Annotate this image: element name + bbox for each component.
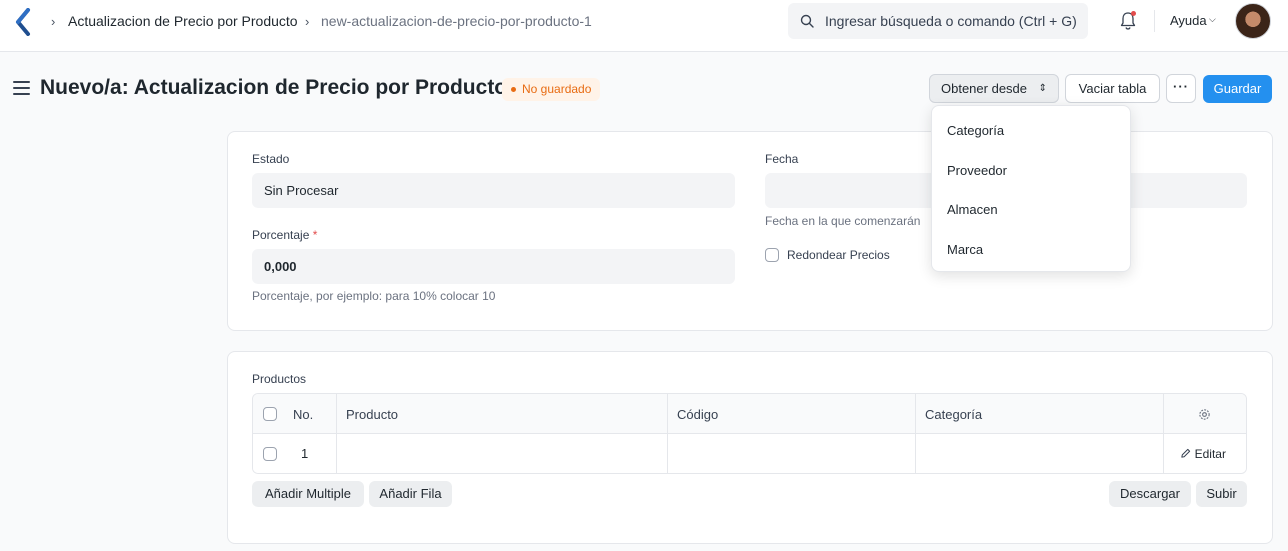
- fecha-help-text: Fecha en la que comenzarán: [765, 214, 921, 228]
- add-row-button[interactable]: Añadir Fila: [369, 481, 452, 507]
- upload-button[interactable]: Subir: [1196, 481, 1247, 507]
- edit-label: Editar: [1194, 447, 1226, 461]
- menu-item-proveedor[interactable]: Proveedor: [947, 163, 1007, 178]
- fecha-label: Fecha: [765, 152, 799, 166]
- app-logo-icon[interactable]: [14, 8, 34, 36]
- save-button[interactable]: Guardar: [1203, 75, 1272, 103]
- column-divider: [336, 394, 337, 473]
- search-bar[interactable]: Ingresar búsqueda o comando (Ctrl + G): [788, 3, 1088, 39]
- page-title: Nuevo/a: Actualizacion de Precio por Pro…: [40, 76, 508, 99]
- breadcrumb-separator-icon: ›: [305, 14, 310, 29]
- breadcrumb-separator-icon: ›: [51, 14, 56, 29]
- porcentaje-label: Porcentaje *: [252, 228, 318, 242]
- menu-item-almacen[interactable]: Almacen: [947, 202, 998, 217]
- select-all-checkbox[interactable]: [263, 407, 277, 421]
- porcentaje-field[interactable]: 0,000: [252, 249, 735, 284]
- menu-item-marca[interactable]: Marca: [947, 242, 983, 257]
- porcentaje-help-text: Porcentaje, por ejemplo: para 10% coloca…: [252, 289, 496, 303]
- top-navbar: › Actualizacion de Precio por Producto ›…: [0, 0, 1288, 52]
- redondear-precios-checkbox[interactable]: [765, 248, 779, 262]
- column-header-codigo: Código: [677, 407, 719, 422]
- products-section-label: Productos: [252, 372, 307, 386]
- notification-dot: [1131, 11, 1136, 16]
- navbar-divider: [1154, 10, 1155, 32]
- column-divider: [915, 394, 916, 473]
- help-menu[interactable]: Ayuda: [1170, 13, 1207, 28]
- get-from-label: Obtener desde: [941, 81, 1028, 96]
- search-icon: [800, 14, 814, 28]
- download-button[interactable]: Descargar: [1109, 481, 1191, 507]
- sidebar-toggle-icon[interactable]: [13, 81, 30, 95]
- table-header: [253, 394, 1246, 434]
- column-header-categoria: Categoría: [925, 407, 983, 422]
- get-from-button[interactable]: Obtener desde ⇕: [929, 74, 1059, 103]
- menu-item-categoria[interactable]: Categoría: [947, 123, 1004, 138]
- breadcrumb-doctype[interactable]: Actualizacion de Precio por Producto: [68, 13, 298, 29]
- gear-icon[interactable]: [1198, 408, 1211, 421]
- get-from-dropdown-menu: Categoría Proveedor Almacen Marca: [931, 105, 1131, 272]
- row-number: 1: [301, 446, 309, 461]
- pencil-icon: [1181, 448, 1191, 458]
- column-divider: [667, 394, 668, 473]
- clear-table-button[interactable]: Vaciar tabla: [1065, 74, 1160, 103]
- chevron-down-icon[interactable]: ⌵: [1209, 14, 1216, 25]
- estado-field[interactable]: Sin Procesar: [252, 173, 735, 208]
- sort-updown-icon: ⇕: [1038, 83, 1047, 94]
- redondear-precios-label: Redondear Precios: [787, 248, 890, 262]
- table-row[interactable]: [253, 434, 1246, 473]
- status-badge: No guardado: [502, 78, 601, 101]
- column-header-no: No.: [293, 407, 314, 422]
- breadcrumb-document[interactable]: new-actualizacion-de-precio-por-producto…: [321, 13, 592, 29]
- edit-row-button[interactable]: Editar: [1180, 446, 1226, 461]
- more-actions-button[interactable]: ···: [1166, 74, 1196, 103]
- estado-label: Estado: [252, 152, 290, 166]
- add-multiple-button[interactable]: Añadir Multiple: [252, 481, 364, 507]
- required-indicator: *: [312, 228, 318, 242]
- column-divider: [1163, 394, 1164, 473]
- avatar[interactable]: [1235, 3, 1271, 39]
- products-table: No. Producto Código Categoría 1 Editar: [252, 393, 1247, 474]
- column-header-producto: Producto: [346, 407, 399, 422]
- row-checkbox[interactable]: [263, 447, 277, 461]
- search-input[interactable]: Ingresar búsqueda o comando (Ctrl + G): [825, 13, 1077, 29]
